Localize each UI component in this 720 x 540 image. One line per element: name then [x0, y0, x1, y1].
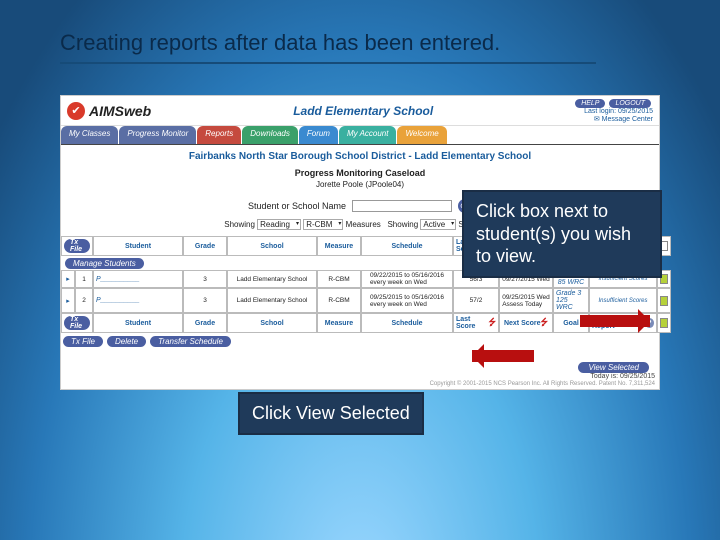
view-selected-button[interactable]: View Selected [578, 362, 649, 373]
logo-icon: ✔ [67, 102, 85, 120]
app-logo-text: AIMSweb [89, 103, 151, 119]
table-row: ▸2P__________3Ladd Elementary SchoolR-CB… [61, 288, 659, 313]
tab-downloads[interactable]: Downloads [242, 126, 298, 144]
expand-icon[interactable]: ▸ [66, 275, 70, 283]
col-school: School [227, 313, 317, 333]
today-date: Today is: 09/25/2015 [590, 373, 655, 380]
col-schedule: Schedule [361, 236, 453, 256]
row-checkbox[interactable] [660, 296, 668, 306]
arrow-to-checkbox [580, 315, 650, 327]
header-right: HELP LOGOUT Last login: 09/25/2015 ✉ Mes… [575, 99, 653, 123]
transfer-schedule-button[interactable]: Transfer Schedule [150, 336, 231, 347]
copyright: Copyright © 2001-2015 NCS Pearson Inc. A… [430, 381, 655, 387]
tx-file-button[interactable]: Tx File [64, 239, 90, 253]
col-last-score: Last Score ⭍ [453, 313, 499, 333]
arrow-to-view-selected [472, 350, 534, 362]
col-grade: Grade [183, 236, 227, 256]
app-header: ✔ AIMSweb Ladd Elementary School HELP LO… [61, 96, 659, 126]
measure-select[interactable]: R-CBM [303, 219, 343, 230]
student-link[interactable]: P__________ [93, 288, 183, 313]
callout-view-selected: Click View Selected [238, 392, 424, 435]
col-schedule: Schedule [361, 313, 453, 333]
manage-students-button[interactable]: Manage Students [65, 258, 144, 269]
col-grade: Grade [183, 313, 227, 333]
help-button[interactable]: HELP [575, 99, 605, 108]
nav-tabs: My ClassesProgress MonitorReportsDownloa… [61, 126, 659, 144]
district-header: Fairbanks North Star Borough School Dist… [61, 144, 659, 164]
caseload-title: Progress Monitoring Caseload [61, 164, 659, 178]
title-underline [60, 62, 596, 64]
status-select[interactable]: Active [420, 219, 456, 230]
tab-forum[interactable]: Forum [299, 126, 338, 144]
logout-button[interactable]: LOGOUT [609, 99, 651, 108]
tab-welcome[interactable]: Welcome [397, 126, 446, 144]
message-center-link[interactable]: ✉ Message Center [594, 116, 653, 123]
search-label: Student or School Name [248, 201, 346, 211]
col-next-score: Next Score ⭍ [499, 313, 553, 333]
col-measure: Measure [317, 236, 361, 256]
col-school: School [227, 236, 317, 256]
tab-progress-monitor[interactable]: Progress Monitor [119, 126, 196, 144]
school-name: Ladd Elementary School [151, 104, 575, 118]
expand-icon[interactable]: ▸ [66, 297, 70, 305]
col-student: Student [93, 313, 183, 333]
col-measure: Measure [317, 313, 361, 333]
tab-my-classes[interactable]: My Classes [61, 126, 118, 144]
search-input[interactable] [352, 200, 452, 212]
last-login: Last login: 09/25/2015 [584, 108, 653, 115]
tx-file-button[interactable]: Tx File [64, 316, 90, 330]
trend-icon: ⭍ [541, 315, 549, 331]
tab-reports[interactable]: Reports [197, 126, 241, 144]
delete-button[interactable]: Delete [107, 336, 146, 347]
callout-select-students: Click box next to student(s) you wish to… [462, 190, 662, 278]
student-link[interactable]: P__________ [93, 270, 183, 288]
subject-select[interactable]: Reading [257, 219, 301, 230]
tab-my-account[interactable]: My Account [339, 126, 397, 144]
slide-title: Creating reports after data has been ent… [60, 30, 500, 56]
col-student: Student [93, 236, 183, 256]
trend-icon: ⭍ [489, 315, 497, 331]
tx-file-button-2[interactable]: Tx File [63, 336, 103, 347]
